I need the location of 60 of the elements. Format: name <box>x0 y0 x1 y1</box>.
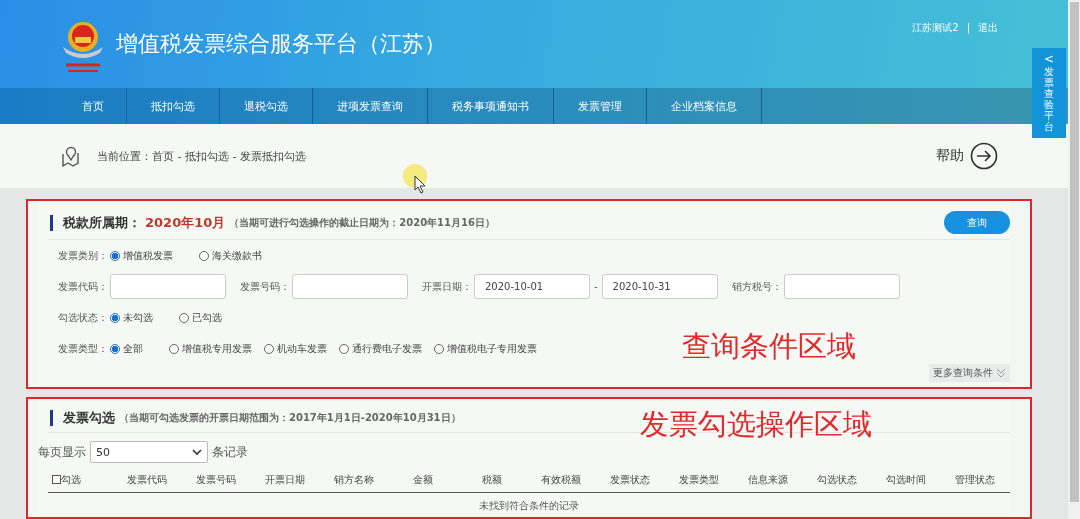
site-title: 增值税发票综合服务平台（江苏） <box>116 30 446 58</box>
page-size-select[interactable]: 50 <box>90 441 208 463</box>
title-bar-icon <box>50 214 53 231</box>
column-header: 信息来源 <box>747 472 790 487</box>
help-link[interactable]: 帮助 <box>936 147 964 165</box>
column-header: 勾选状态 <box>816 472 859 487</box>
field-label: 开票日期： <box>422 279 472 294</box>
separator: | <box>966 21 970 36</box>
field-label: 发票代码： <box>58 279 108 294</box>
page-size-suffix: 条记录 <box>212 443 248 461</box>
input-field[interactable] <box>110 274 226 299</box>
column-header: 开票日期 <box>263 472 306 487</box>
field-label: 发票类型： <box>58 341 108 356</box>
input-field[interactable]: 2020-10-01 <box>474 274 590 299</box>
field-label: 发票类别： <box>58 248 108 263</box>
radio-option[interactable]: 未勾选 <box>110 310 153 325</box>
field-label: 销方税号： <box>731 279 782 294</box>
chevron-down-icon <box>192 448 202 456</box>
breadcrumb: 当前位置：首页 - 抵扣勾选 - 发票抵扣勾选 <box>97 148 306 164</box>
section-title: 发票勾选 <box>63 409 115 427</box>
radio-option[interactable]: 海关缴款书 <box>199 248 262 263</box>
column-header: 有效税额 <box>540 472 582 487</box>
annotation-label: 发票勾选操作区域 <box>640 407 872 441</box>
column-header: 勾选 <box>61 472 81 487</box>
deadline-note: （当期可进行勾选操作的截止日期为：2020年11月16日） <box>229 215 495 230</box>
select-all-checkbox[interactable] <box>52 475 61 484</box>
empty-message: 未找到符合条件的记录 <box>478 499 580 513</box>
section-title: 税款所属期： <box>63 213 141 232</box>
field-label: 发票号码： <box>240 279 290 294</box>
column-header: 勾选时间 <box>885 472 928 487</box>
input-field[interactable] <box>292 274 408 299</box>
range-separator: - <box>594 281 598 292</box>
radio-option[interactable]: 增值税专用发票 <box>169 341 252 356</box>
page-size-label: 每页显示 <box>38 443 86 461</box>
column-header: 发票状态 <box>609 472 652 487</box>
input-field[interactable] <box>783 274 900 299</box>
tax-period: 2020年10月 <box>145 213 226 232</box>
radio-option[interactable]: 机动车发票 <box>264 341 327 356</box>
radio-option[interactable]: 已勾选 <box>179 310 222 325</box>
column-header: 销方名称 <box>332 472 375 487</box>
input-field[interactable]: 2020-10-31 <box>601 274 718 299</box>
column-header: 发票号码 <box>194 472 237 487</box>
radio-option[interactable]: 增值税发票 <box>110 248 173 263</box>
radio-option[interactable]: 全部 <box>110 341 143 356</box>
radio-option[interactable]: 增值税电子专用发票 <box>434 341 537 356</box>
more-conditions-button[interactable]: 更多查询条件 <box>929 364 1010 382</box>
location-icon <box>60 145 81 167</box>
column-header: 发票类型 <box>678 472 721 487</box>
double-chevron-icon <box>996 368 1006 378</box>
scrollbar[interactable] <box>1068 0 1080 519</box>
radio-option[interactable]: 通行费电子发票 <box>339 341 422 356</box>
column-header: 发票代码 <box>125 472 168 487</box>
column-header: 金额 <box>411 472 434 487</box>
field-label: 勾选状态： <box>58 310 108 325</box>
column-header: 管理状态 <box>954 472 997 487</box>
title-bar-icon <box>50 410 53 426</box>
annotation-label: 查询条件区域 <box>682 329 856 363</box>
date-range-note: （当期可勾选发票的开票日期范围为：2017年1月1日-2020年10月31日） <box>119 411 461 425</box>
column-header: 税额 <box>480 472 503 487</box>
arrow-right-icon <box>970 142 998 170</box>
